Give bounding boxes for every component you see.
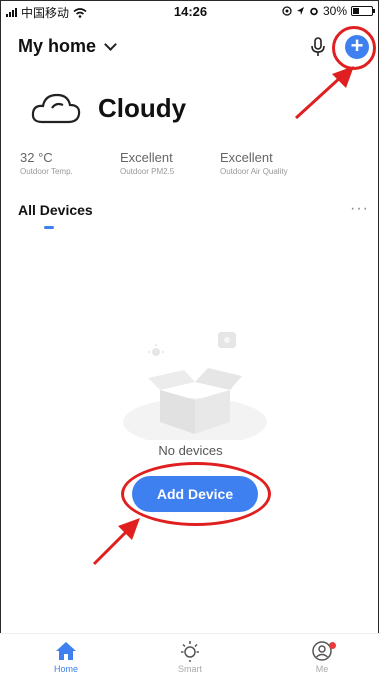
home-icon [56,642,76,660]
tab-home[interactable]: Home [26,640,106,674]
notification-dot [329,642,336,649]
stat-label: Outdoor Air Quality [220,167,288,176]
stat-label: Outdoor Temp. [20,167,73,176]
stat-air-quality: Excellent Outdoor Air Quality [220,150,320,176]
tab-label: Me [315,664,329,674]
tab-label: Home [53,664,78,674]
empty-box-illustration [123,332,267,440]
battery-percent: 30% [322,4,347,18]
weather-summary: Cloudy [30,90,186,126]
stat-value: Excellent [220,150,273,165]
active-tab-indicator [44,226,54,229]
alarm-icon [310,7,318,16]
navigation-arrow-icon [296,7,304,15]
weather-condition: Cloudy [98,92,187,123]
stat-value: Excellent [120,150,173,165]
header: My home + [18,32,369,64]
stat-value: 32 °C [20,150,53,165]
cloud-icon [31,93,81,124]
devices-section-header: All Devices ··· [18,200,369,229]
stat-temperature: 32 °C Outdoor Temp. [20,150,120,176]
tab-me[interactable]: Me [282,640,362,674]
home-name: My home [18,36,97,56]
bottom-tab-bar: Home Smart Me [0,633,381,686]
status-bar: 中国移动 14:26 30% [0,0,381,22]
microphone-icon[interactable] [307,36,329,58]
empty-state-text: No devices [158,443,223,458]
stat-label: Outdoor PM2.5 [120,167,175,176]
home-selector[interactable]: My home [18,36,117,57]
tab-all-devices[interactable]: All Devices [18,202,369,218]
chevron-down-icon [104,38,117,51]
stat-pm25: Excellent Outdoor PM2.5 [120,150,220,176]
location-icon [282,6,292,16]
more-options-button[interactable]: ··· [350,200,369,218]
battery-icon [351,6,375,16]
sun-icon [181,641,199,662]
tab-smart[interactable]: Smart [150,640,230,674]
annotation-arrow-plus [294,66,354,120]
weather-stats: 32 °C Outdoor Temp. Excellent Outdoor PM… [20,150,320,176]
annotation-arrow-add-device [92,518,140,566]
tab-label: Smart [177,664,202,674]
